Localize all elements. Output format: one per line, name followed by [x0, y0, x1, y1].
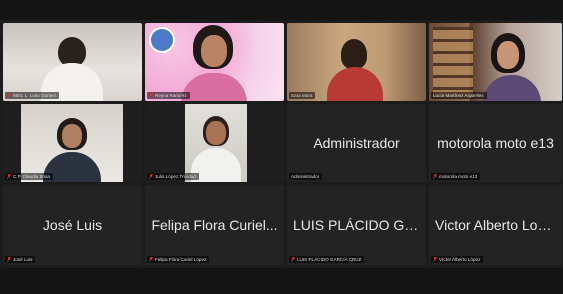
participant-name: Mtro. L. Lutio Gomez: [13, 93, 56, 98]
participant-name-label: LUIS PLÁCIDO GARCÍA CRUZ: [289, 256, 365, 263]
mic-muted-icon: [433, 174, 437, 179]
participant-face: [497, 41, 519, 69]
participant-tile-video[interactable]: Reyna Ramirez: [145, 23, 284, 101]
logo-badge: [149, 27, 175, 53]
participant-tile-video[interactable]: Mtro. L. Lutio Gomez: [3, 23, 142, 101]
bottom-toolbar-area: [0, 268, 563, 294]
participant-name: motorola moto e13: [439, 174, 478, 179]
participant-name: Víctor Alberto López: [439, 257, 481, 262]
participant-tile-no-video[interactable]: Felipa Flora Curiel... Felipa Flora Curi…: [145, 185, 284, 265]
participant-tile-no-video[interactable]: LUIS PLÁCIDO GA... LUIS PLÁCIDO GARCÍA C…: [287, 185, 426, 265]
participant-tile-no-video[interactable]: Victor Alberto Lopez Víctor Alberto Lópe…: [429, 185, 562, 265]
participant-name-label: José Luis: [5, 256, 36, 263]
participant-name-label: C.P. Claudia Sosa: [5, 173, 53, 180]
top-toolbar-area: [0, 0, 563, 20]
participant-tile-video-active-speaker[interactable]: Lucía Martínez Argüelles: [429, 23, 562, 101]
participant-name: Lucía Martínez Argüelles: [433, 93, 484, 98]
participant-display-name: LUIS PLÁCIDO GA...: [293, 217, 426, 233]
participant-face: [62, 124, 82, 148]
participant-name-label: Sara Mora: [289, 92, 316, 99]
participant-display-name: motorola moto e13: [437, 135, 554, 151]
participant-tile-no-video[interactable]: Administrador Administrador: [287, 104, 426, 182]
participant-name: Julio López Trinidad: [155, 174, 196, 179]
mic-muted-icon: [7, 257, 11, 262]
participant-name-label: Mtro. L. Lutio Gomez: [5, 92, 59, 99]
participant-face: [206, 121, 226, 145]
participant-name: LUIS PLÁCIDO GARCÍA CRUZ: [297, 257, 362, 262]
mic-muted-icon: [7, 93, 11, 98]
mic-muted-icon: [149, 174, 153, 179]
participant-tile-video[interactable]: Sara Mora: [287, 23, 426, 101]
participant-name: Sara Mora: [291, 93, 313, 98]
participant-name-label: motorola moto e13: [431, 173, 481, 180]
participant-tile-video[interactable]: C.P. Claudia Sosa: [3, 104, 142, 182]
participant-tile-video[interactable]: Julio López Trinidad: [145, 104, 284, 182]
mic-muted-icon: [7, 174, 11, 179]
participant-display-name: Administrador: [313, 135, 400, 151]
participant-tile-no-video[interactable]: José Luis José Luis: [3, 185, 142, 265]
participant-name-label: Administrador: [289, 173, 323, 180]
participant-name-label: Reyna Ramirez: [147, 92, 190, 99]
mic-muted-icon: [149, 257, 153, 262]
participant-face: [201, 35, 227, 67]
participant-display-name: Felipa Flora Curiel...: [151, 217, 278, 233]
mic-muted-icon: [291, 257, 295, 262]
participant-tile-no-video[interactable]: motorola moto e13 motorola moto e13: [429, 104, 562, 182]
participant-name-label: Felipa Flora Curiel López: [147, 256, 210, 263]
participant-display-name: José Luis: [42, 217, 103, 233]
participant-name-label: Julio López Trinidad: [147, 173, 199, 180]
participant-name: Felipa Flora Curiel López: [155, 257, 207, 262]
participant-name: Administrador: [291, 174, 320, 179]
mic-muted-icon: [433, 257, 437, 262]
participant-name: Reyna Ramirez: [155, 93, 187, 98]
bookshelf: [433, 27, 473, 97]
participant-display-name: Victor Alberto Lopez: [435, 217, 561, 233]
participant-name-label: Lucía Martínez Argüelles: [431, 92, 487, 99]
participant-name-label: Víctor Alberto López: [431, 256, 484, 263]
participant-silhouette: [341, 39, 367, 69]
participant-name: José Luis: [13, 257, 33, 262]
participant-name: C.P. Claudia Sosa: [13, 174, 50, 179]
mic-muted-icon: [149, 93, 153, 98]
